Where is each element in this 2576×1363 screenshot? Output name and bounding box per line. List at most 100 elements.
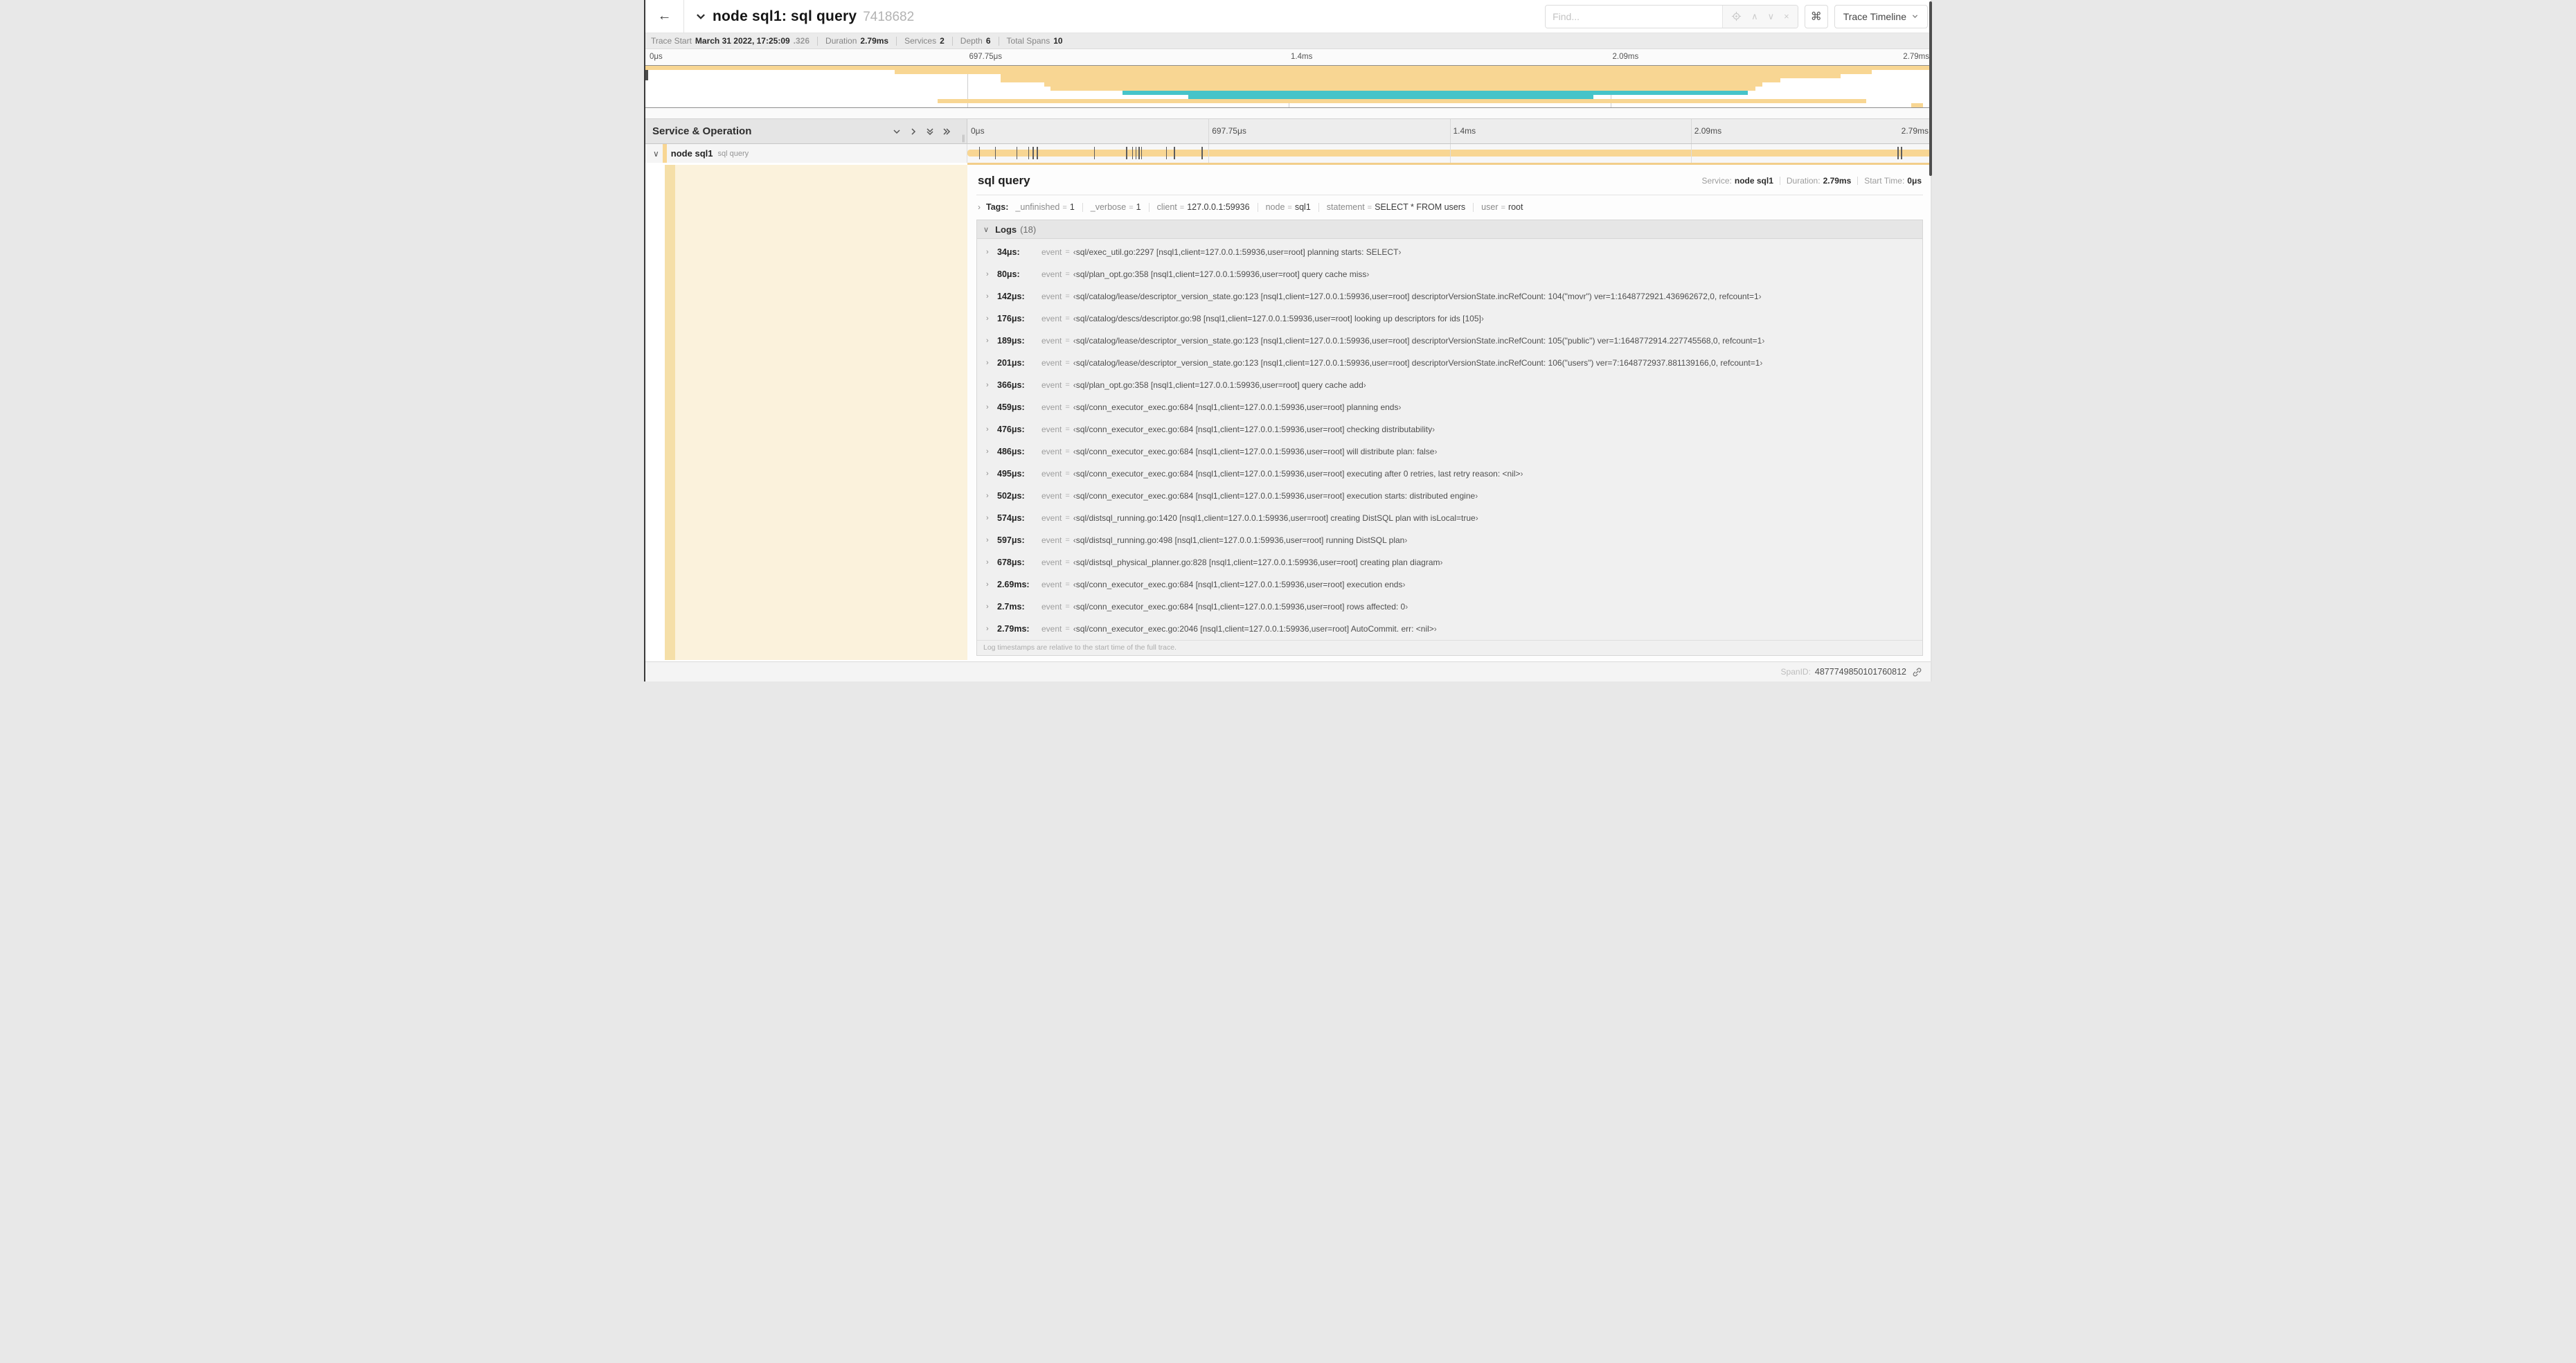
log-equals: = [1065, 603, 1070, 611]
collapse-all-icon[interactable] [925, 127, 935, 136]
column-splitter-handle[interactable]: ∥ [962, 134, 965, 143]
tag-value: 127.0.0.1:59936 [1187, 202, 1250, 212]
span-id-value: 4877749850101760812 [1814, 667, 1906, 677]
log-expander-icon: › [986, 447, 989, 456]
span-detail-meta: Service: node sql1 Duration: 2.79ms Start Ti… [1702, 176, 1922, 186]
span-bar-cell[interactable] [967, 144, 1932, 163]
log-message-text: sql/conn_executor_exec.go:684 [nsql1,cli… [1075, 491, 1476, 501]
trace-info-label: Total Spans [1006, 36, 1050, 46]
find-input[interactable] [1546, 5, 1723, 28]
log-field-key: event [1041, 602, 1062, 612]
log-equals: = [1065, 425, 1070, 434]
log-entry-row[interactable]: › 189μs: event = ‹sql/catalog/lease/descript… [977, 330, 1922, 352]
log-entry-row[interactable]: › 502μs: event = ‹sql/conn_executor_exec.go:… [977, 485, 1922, 507]
log-timestamp: 597μs: [997, 535, 1025, 545]
collapse-trace-header-icon[interactable] [695, 11, 706, 22]
log-event-tick [1032, 147, 1034, 159]
log-timestamp: 366μs: [997, 380, 1025, 390]
clear-search-icon[interactable]: × [1784, 12, 1789, 21]
next-result-icon[interactable]: ∨ [1768, 12, 1775, 21]
log-entry-row[interactable]: › 142μs: event = ‹sql/catalog/lease/descript… [977, 285, 1922, 308]
trace-info-value-suffix: .326 [793, 36, 810, 46]
log-message-text: sql/conn_executor_exec.go:684 [nsql1,cli… [1075, 425, 1433, 434]
prev-result-icon[interactable]: ∧ [1751, 12, 1758, 21]
log-entry-row[interactable]: › 2.79ms: event = ‹sql/conn_executor_exec.go… [977, 618, 1922, 640]
log-message-text: sql/catalog/lease/descriptor_version_sta… [1075, 358, 1760, 368]
log-message-text: sql/distsql_running.go:498 [nsql1,client… [1075, 535, 1405, 545]
tags-expander-icon: › [978, 202, 981, 212]
log-field-key: event [1041, 247, 1062, 257]
focus-match-icon[interactable] [1731, 11, 1742, 21]
log-field-key: event [1041, 624, 1062, 634]
log-entry-row[interactable]: › 476μs: event = ‹sql/conn_executor_exec.go:… [977, 418, 1922, 440]
log-entry-row[interactable]: › 678μs: event = ‹sql/distsql_physical_plann… [977, 551, 1922, 573]
trace-info-item: Trace Start March 31 2022, 17:25:09.326 [651, 36, 810, 46]
tag-divider [1082, 202, 1083, 212]
log-entry-row[interactable]: › 459μs: event = ‹sql/conn_executor_exec.go:… [977, 396, 1922, 418]
logs-header[interactable]: ∨ Logs (18) [977, 220, 1922, 239]
deep-link-icon[interactable] [1912, 667, 1922, 677]
log-equals: = [1065, 292, 1070, 301]
log-entry-row[interactable]: › 495μs: event = ‹sql/conn_executor_exec.go:… [977, 463, 1922, 485]
log-quote-close: › [1762, 336, 1765, 346]
keyboard-shortcuts-button[interactable]: ⌘ [1804, 4, 1828, 28]
tag-item: user = root [1481, 202, 1523, 212]
log-expander-icon: › [986, 248, 989, 256]
tag-equals: = [1062, 204, 1067, 212]
log-quote-close: › [1398, 402, 1402, 412]
scrollbar-thumb[interactable] [1929, 1, 1932, 176]
back-button[interactable]: ← [645, 0, 684, 33]
log-event-tick [1201, 147, 1203, 159]
span-collapse-icon[interactable]: ∨ [653, 149, 659, 159]
log-field-value: ‹sql/conn_executor_exec.go:684 [nsql1,cl… [1073, 402, 1402, 412]
log-event-tick [1174, 147, 1175, 159]
view-type-label: Trace Timeline [1843, 10, 1906, 22]
log-timestamp: 574μs: [997, 513, 1025, 523]
log-entry-row[interactable]: › 366μs: event = ‹sql/plan_opt.go:358 [nsql1… [977, 374, 1922, 396]
log-field-value: ‹sql/conn_executor_exec.go:684 [nsql1,cl… [1073, 602, 1408, 612]
log-expander-icon: › [986, 536, 989, 544]
tags-accordion[interactable]: › Tags: _unfinished = 1 _verbose = 1 client = 12… [976, 195, 1923, 218]
log-entry-row[interactable]: › 201μs: event = ‹sql/catalog/lease/descript… [977, 352, 1922, 374]
log-equals: = [1065, 359, 1070, 367]
expand-one-icon[interactable] [909, 127, 918, 136]
log-entry-row[interactable]: › 34μs: event = ‹sql/exec_util.go:2297 [nsql… [977, 241, 1922, 263]
log-entry-row[interactable]: › 2.69ms: event = ‹sql/conn_executor_exec.go… [977, 573, 1922, 596]
log-timestamp: 476μs: [997, 425, 1025, 434]
log-entry-row[interactable]: › 176μs: event = ‹sql/catalog/descs/descript… [977, 308, 1922, 330]
log-message-text: sql/conn_executor_exec.go:2046 [nsql1,cl… [1075, 624, 1434, 634]
log-expander-icon: › [986, 580, 989, 589]
log-event-tick [994, 147, 996, 159]
find-group: ∧ ∨ × [1545, 4, 1798, 28]
log-expander-icon: › [986, 359, 989, 367]
find-addon: ∧ ∨ × [1722, 5, 1798, 28]
log-expander-icon: › [986, 514, 989, 522]
log-event-tick [1901, 147, 1902, 159]
page-header: ← node sql1: sql query 7418682 ∧ [645, 0, 1932, 33]
expand-all-icon[interactable] [942, 127, 951, 136]
log-entry-row[interactable]: › 574μs: event = ‹sql/distsql_running.go:142… [977, 507, 1922, 529]
tag-value: 1 [1136, 202, 1141, 212]
log-timestamp: 2.79ms: [997, 624, 1030, 634]
collapse-one-icon[interactable] [892, 127, 902, 136]
info-divider [896, 36, 897, 46]
log-field-key: event [1041, 269, 1062, 279]
tag-divider [1473, 202, 1474, 212]
log-quote-close: › [1440, 558, 1443, 567]
log-quote-close: › [1475, 513, 1478, 523]
log-field-key: event [1041, 447, 1062, 456]
tag-equals: = [1501, 204, 1505, 212]
meta-label: Duration: [1786, 176, 1821, 186]
log-entry-row[interactable]: › 597μs: event = ‹sql/distsql_running.go:498… [977, 529, 1922, 551]
span-row-name-cell[interactable]: ∨ node sql1 sql query [645, 144, 967, 163]
log-entry-row[interactable]: › 486μs: event = ‹sql/conn_executor_exec.go:… [977, 440, 1922, 463]
minimap-graph[interactable] [645, 65, 1932, 108]
span-detail-header: sql query Service: node sql1 Duration: 2.79… [976, 165, 1923, 195]
view-type-dropdown[interactable]: Trace Timeline [1834, 4, 1928, 28]
span-row-gridline [1690, 144, 1692, 163]
log-entry-row[interactable]: › 80μs: event = ‹sql/plan_opt.go:358 [nsql1,… [977, 263, 1922, 285]
log-entry-row[interactable]: › 2.7ms: event = ‹sql/conn_executor_exec.go:… [977, 596, 1922, 618]
log-expander-icon: › [986, 292, 989, 301]
meta-value: 0μs [1907, 176, 1922, 186]
trace-info-value: March 31 2022, 17:25:09 [695, 36, 790, 46]
